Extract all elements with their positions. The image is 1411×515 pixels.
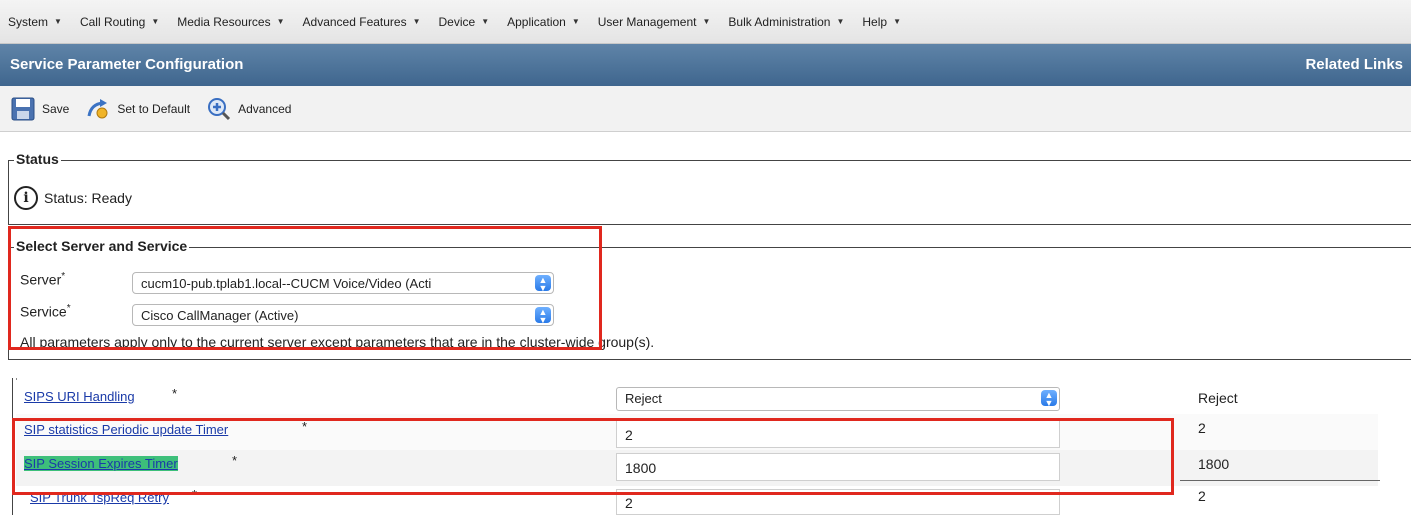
chevron-down-icon: ▼ [151,17,160,26]
highlight-box-server-service [8,226,602,350]
toolbar: Save Set to Default Advanced [0,86,1411,132]
menu-label: Bulk Administration [728,14,831,29]
input-value: 2 [625,495,633,511]
menu-device[interactable]: Device ▼ [439,15,490,29]
menu-system[interactable]: System ▼ [8,15,62,29]
status-fieldset-border [8,160,1411,161]
highlight-box-timers [12,418,1174,495]
menu-label: Advanced Features [302,14,407,29]
status-text: Status: Ready [44,190,132,206]
menu-label: Call Routing [79,14,146,29]
sip-statistics-timer-default: 2 [1198,420,1206,436]
chevron-down-icon: ▼ [276,17,285,26]
zoom-in-icon [208,97,231,120]
sips-uri-handling-default: Reject [1198,390,1238,406]
server-fieldset-border-bottom [8,359,1411,360]
status-fieldset-border-left [8,160,9,224]
required-mark: * [172,386,178,401]
save-icon [11,97,35,120]
chevron-down-icon: ▼ [836,17,845,26]
info-icon: i [14,186,38,210]
chevron-down-icon: ▼ [571,17,580,26]
chevron-down-icon: ▼ [54,17,62,26]
save-label: Save [42,101,70,116]
sips-uri-handling-value: Reject [625,391,662,406]
advanced-label: Advanced [238,101,292,116]
page-title-bar: Service Parameter Configuration Related … [0,44,1411,86]
status-message: i Status: Ready [14,186,132,210]
table-divider [1180,480,1380,481]
advanced-button[interactable]: Advanced [206,96,291,122]
related-links[interactable]: Related Links [1305,56,1403,73]
set-to-default-button[interactable]: Set to Default [85,96,190,122]
set-to-default-label: Set to Default [117,101,191,116]
chevron-down-icon: ▼ [412,17,421,26]
sips-uri-handling-select[interactable]: Reject ▲ ▼ [616,387,1060,411]
menu-label: Device [438,14,476,29]
sip-trunk-tspreq-retry-default: 2 [1198,488,1206,504]
menu-label: Media Resources [177,14,271,29]
chevron-down-icon: ▼ [481,17,490,26]
save-button[interactable]: Save [10,96,69,122]
menu-help[interactable]: Help ▼ [862,15,901,29]
reset-default-icon [87,98,108,118]
menu-call-routing[interactable]: Call Routing ▼ [80,15,159,29]
menu-bar: System ▼ Call Routing ▼ Media Resources ▼ A… [0,0,1411,44]
chevron-down-icon: ▼ [893,17,901,26]
param-sips-uri-handling[interactable]: SIPS URI Handling [24,389,135,404]
menu-label: System [8,14,49,29]
status-fieldset-border-bottom [8,224,1411,225]
sip-session-expires-timer-default: 1800 [1198,456,1230,472]
menu-bulk-administration[interactable]: Bulk Administration ▼ [728,15,844,29]
menu-media-resources[interactable]: Media Resources ▼ [177,15,284,29]
param-name: SIPS URI Handling [24,389,135,404]
select-arrows-icon: ▲ ▼ [1041,390,1057,408]
menu-advanced-features[interactable]: Advanced Features ▼ [303,15,421,29]
menu-label: Application [507,14,566,29]
menu-user-management[interactable]: User Management ▼ [598,15,711,29]
menu-label: User Management [597,14,697,29]
page-title: Service Parameter Configuration [10,56,244,73]
chevron-down-icon: ▼ [702,17,711,26]
status-legend: Status [14,151,61,167]
menu-application[interactable]: Application ▼ [507,15,580,29]
menu-label: Help [862,14,888,29]
